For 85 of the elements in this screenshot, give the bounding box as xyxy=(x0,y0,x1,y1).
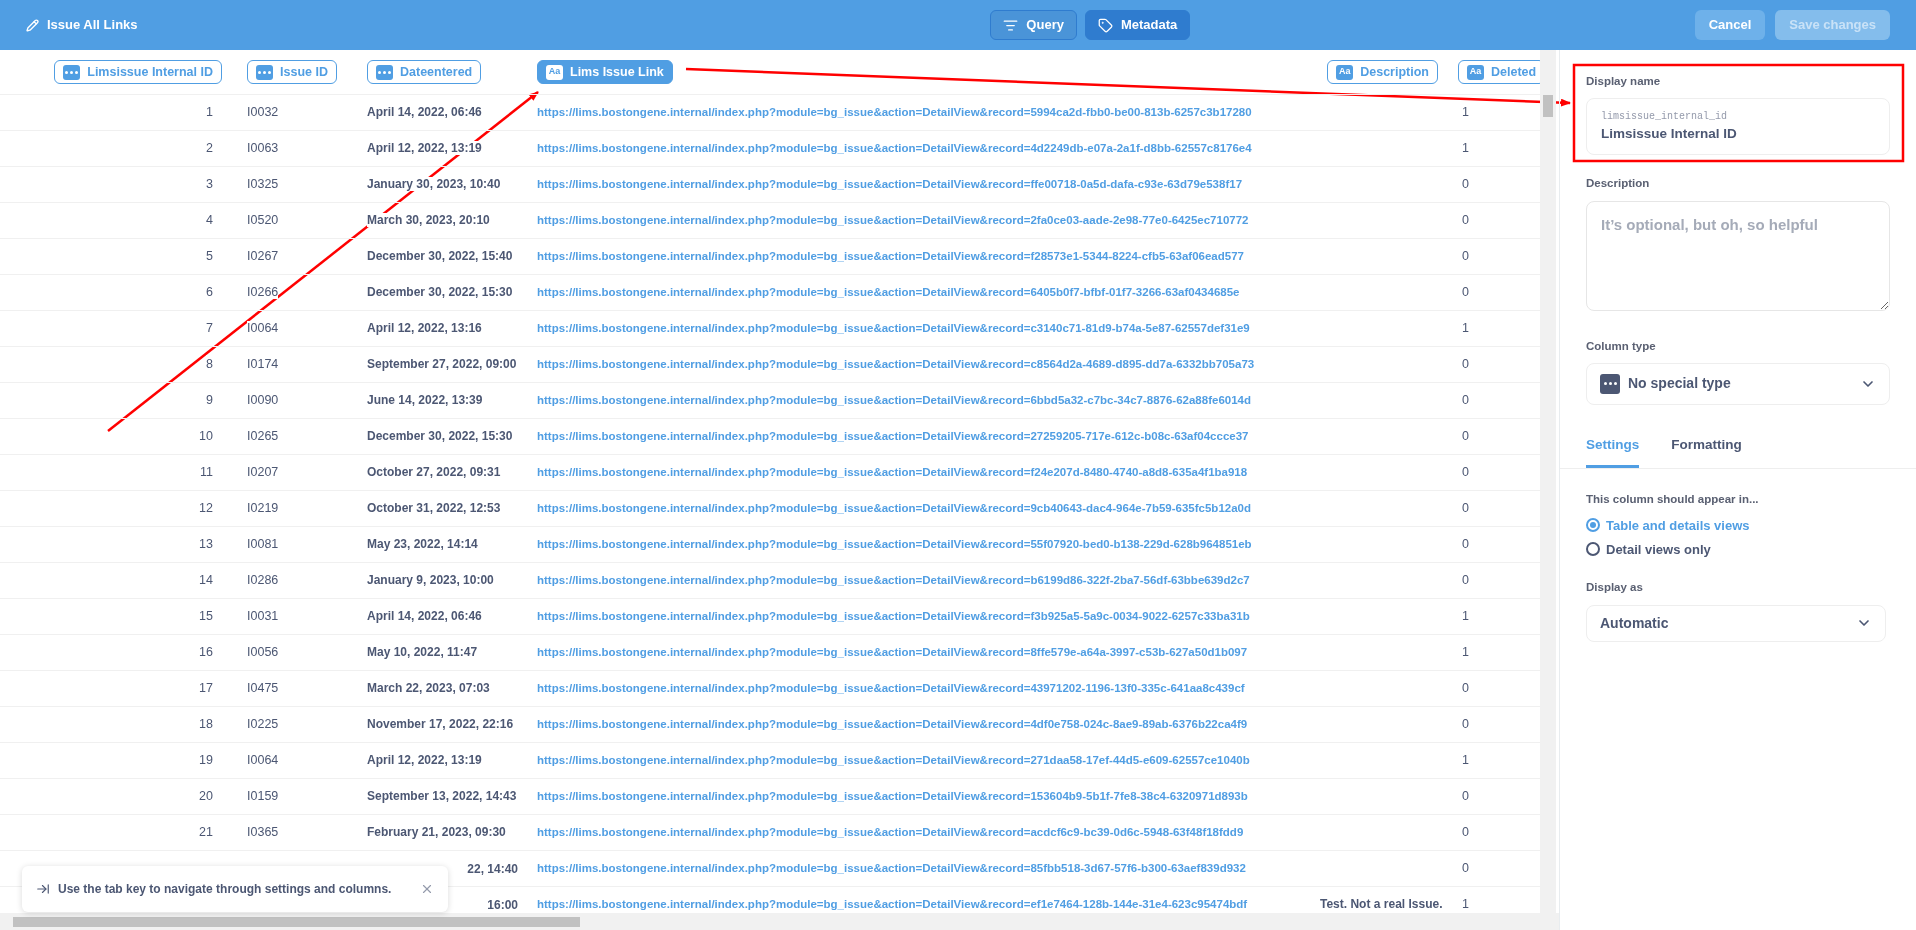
issue-link[interactable]: https://lims.bostongene.internal/index.php?module=bg_issue&action=DetailView&record=4d2249db-e07a-2a1f-d8bb-62557c8176e4 xyxy=(537,142,1252,155)
issue-link[interactable]: https://lims.bostongene.internal/index.php?module=bg_issue&action=DetailView&record=55f07920-bed0-b138-229d-628b964851eb xyxy=(537,538,1252,551)
edit-icon xyxy=(26,18,39,32)
issue-link[interactable]: https://lims.bostongene.internal/index.php?module=bg_issue&action=DetailView&record=43971202-1196-13f0-335c-641aa8c439cf xyxy=(537,682,1245,695)
radio-option[interactable]: Table and details views xyxy=(1586,513,1750,538)
table-cell: April 12, 2022, 13:19 xyxy=(367,753,482,768)
text-type-icon: Aa xyxy=(1467,64,1484,80)
display-as-select[interactable]: Automatic xyxy=(1586,604,1886,642)
issue-link[interactable]: https://lims.bostongene.internal/index.php?module=bg_issue&action=DetailView&record=f24e207d-8480-4740-a8d8-635a4f1ba918 xyxy=(537,466,1248,479)
close-button[interactable] xyxy=(420,882,434,896)
panel-tab[interactable]: Settings xyxy=(1586,434,1640,468)
issue-link[interactable]: https://lims.bostongene.internal/index.php?module=bg_issue&action=DetailView&record=9cb40643-dac4-964e-7b59-635fc5b12a0d xyxy=(537,502,1251,515)
issue-link[interactable]: https://lims.bostongene.internal/index.php?module=bg_issue&action=DetailView&record=6bbd5a32-c7bc-34c7-8876-62a88fe6014d xyxy=(537,394,1251,407)
description-field[interactable]: It’s optional, but oh, so helpful xyxy=(1586,200,1890,311)
display-name-field[interactable]: limsissue_internal_id Limsissue Internal ID xyxy=(1586,98,1890,156)
issue-link[interactable]: https://lims.bostongene.internal/index.php?module=bg_issue&action=DetailView&record=f3b925a5-5a9c-0034-9022-6257c33ba31b xyxy=(537,610,1250,623)
dots-icon xyxy=(63,64,81,80)
issue-link[interactable]: https://lims.bostongene.internal/index.php?module=bg_issue&action=DetailView&record=27259205-717e-612c-b08c-63af04ccce37 xyxy=(537,430,1249,443)
horizontal-scrollbar[interactable] xyxy=(0,913,1559,930)
issue-link[interactable]: https://lims.bostongene.internal/index.php?module=bg_issue&action=DetailView&record=b6199d86-322f-2ba7-56df-63bbe639d2c7 xyxy=(537,574,1250,587)
issue-link[interactable]: https://lims.bostongene.internal/index.php?module=bg_issue&action=DetailView&record=271daa58-17ef-44d5-e609-62557ce1040b xyxy=(537,754,1250,767)
column-header[interactable]: Dateentered xyxy=(367,60,482,84)
issue-link[interactable]: https://lims.bostongene.internal/index.php?module=bg_issue&action=DetailView&record=4df0e758-024c-8ae9-89ab-6376b22ca4f9 xyxy=(537,718,1248,731)
table-cell: September 13, 2022, 14:43 xyxy=(367,789,517,804)
column-type-select[interactable]: No special type xyxy=(1586,362,1890,405)
text-type-icon: Aa xyxy=(1336,64,1354,80)
list-icon xyxy=(1003,17,1019,33)
appear-in-label: This column should appear in... xyxy=(1586,492,1760,507)
field-label: Display name xyxy=(1586,74,1662,89)
cancel-button[interactable]: Cancel xyxy=(1694,10,1766,40)
tag-icon xyxy=(1097,17,1113,33)
issue-link[interactable]: https://lims.bostongene.internal/index.php?module=bg_issue&action=DetailView&record=85fbb518-3d67-57f6-b300-63aef839d932 xyxy=(537,862,1246,875)
issue-link[interactable]: https://lims.bostongene.internal/index.php?module=bg_issue&action=DetailView&record=ef1e7464-128b-144e-31e4-623c95474bdf xyxy=(537,898,1248,911)
issue-link[interactable]: https://lims.bostongene.internal/index.php?module=bg_issue&action=DetailView&record=f28573e1-5344-8224-cfb5-63af06ead577 xyxy=(537,250,1244,263)
table-cell: December 30, 2022, 15:40 xyxy=(367,249,513,264)
table-cell: February 21, 2023, 09:30 xyxy=(367,825,506,840)
table-cell: June 14, 2022, 13:39 xyxy=(367,393,483,408)
table-cell: April 14, 2022, 06:46 xyxy=(367,105,482,120)
panel-tab[interactable]: Formatting xyxy=(1671,434,1742,468)
issue-link[interactable]: https://lims.bostongene.internal/index.php?module=bg_issue&action=DetailView&record=6405b0f7-bfbf-01f7-3266-63af0434685e xyxy=(537,286,1240,299)
table-cell: October 27, 2022, 09:31 xyxy=(367,465,501,480)
field-name: limsissue_internal_id xyxy=(1601,110,1729,125)
table-cell: I0266 xyxy=(247,285,279,300)
table-cell: January 9, 2023, 10:00 xyxy=(367,573,494,588)
table-cell: May 23, 2022, 14:14 xyxy=(367,537,478,552)
page-title: Issue All Links xyxy=(47,16,138,35)
dots-icon xyxy=(256,64,273,80)
issue-link[interactable]: https://lims.bostongene.internal/index.php?module=bg_issue&action=DetailView&record=c3140c71-81d9-b74a-5e87-62557def31e9 xyxy=(537,322,1250,335)
column-header[interactable]: Aa Description xyxy=(1327,60,1438,84)
issue-link[interactable]: https://lims.bostongene.internal/index.php?module=bg_issue&action=DetailView&record=acdcf6c9-bc39-0d6c-5948-63f48f18fdd9 xyxy=(537,826,1244,839)
field-label: Column type xyxy=(1586,338,1657,354)
column-header[interactable]: Aa Deleted xyxy=(1458,60,1540,84)
column-header[interactable]: Limsissue Internal ID xyxy=(54,60,222,84)
table-cell: March 22, 2023, 07:03 xyxy=(367,681,490,696)
tab-key-icon xyxy=(36,882,50,896)
table-cell: December 30, 2022, 15:30 xyxy=(367,285,513,300)
table-cell: January 30, 2023, 10:40 xyxy=(367,177,501,192)
text-type-icon: Aa xyxy=(546,64,563,80)
issue-link[interactable]: https://lims.bostongene.internal/index.php?module=bg_issue&action=DetailView&record=ffe00718-0a5d-dafa-c93e-63d79e538f17 xyxy=(537,178,1243,191)
issue-link[interactable]: https://lims.bostongene.internal/index.php?module=bg_issue&action=DetailView&record=5994ca2d-fbb0-be00-813b-6257c3b17280 xyxy=(537,106,1252,119)
table-cell: April 14, 2022, 06:46 xyxy=(367,609,482,624)
issue-link[interactable]: https://lims.bostongene.internal/index.php?module=bg_issue&action=DetailView&record=8ffe579e-a64a-3997-c53b-627a50d1b097 xyxy=(537,646,1248,659)
issue-link[interactable]: https://lims.bostongene.internal/index.php?module=bg_issue&action=DetailView&record=c8564d2a-4689-d895-dd7a-6332bb705a73 xyxy=(537,358,1255,371)
display-name-value: Limsissue Internal ID xyxy=(1601,125,1738,144)
mode-tab[interactable]: Query xyxy=(990,10,1077,40)
table-cell: April 12, 2022, 13:19 xyxy=(367,141,482,156)
table-cell: September 27, 2022, 09:00 xyxy=(367,357,517,372)
table-cell: December 30, 2022, 15:30 xyxy=(367,429,513,444)
column-header[interactable]: Aa Lims Issue Link xyxy=(537,60,673,84)
dots-icon xyxy=(1600,373,1620,394)
table-cell: April 12, 2022, 13:16 xyxy=(367,321,482,336)
issue-link[interactable]: https://lims.bostongene.internal/index.php?module=bg_issue&action=DetailView&record=153604b9-5b1f-7fe8-38c4-6320971d893b xyxy=(537,790,1248,803)
field-label: Description xyxy=(1586,176,1651,192)
issue-link[interactable]: https://lims.bostongene.internal/index.php?module=bg_issue&action=DetailView&record=2fa0ce03-aade-2e98-77e0-6425ec710772 xyxy=(537,214,1249,227)
dots-icon xyxy=(376,64,393,80)
table-cell: November 17, 2022, 22:16 xyxy=(367,717,514,732)
radio-option[interactable]: Detail views only xyxy=(1586,537,1711,562)
mode-tab[interactable]: Metadata xyxy=(1084,10,1191,40)
field-label: Display as xyxy=(1586,580,1644,596)
column-header[interactable]: Issue ID xyxy=(247,60,337,84)
table-cell: March 30, 2023, 20:10 xyxy=(367,213,490,228)
table-cell: May 10, 2022, 11:47 xyxy=(367,645,478,660)
vertical-scrollbar[interactable] xyxy=(1540,50,1556,913)
table-cell: October 31, 2022, 12:53 xyxy=(367,501,501,516)
toast-message: Use the tab key to navigate through settings and columns. xyxy=(58,881,393,898)
